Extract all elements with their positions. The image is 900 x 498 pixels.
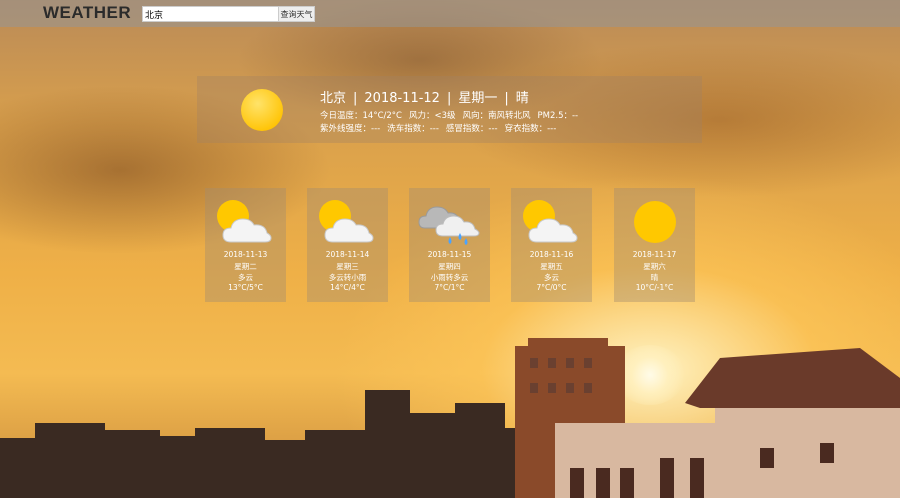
today-wind-direction: 风向：南风转北风 — [462, 111, 531, 121]
today-uv-index: 紫外线强度：--- — [320, 124, 381, 134]
forecast-weekday: 星期四 — [438, 262, 461, 271]
partly-cloudy-icon — [523, 200, 578, 243]
forecast-date: 2018-11-13 — [223, 250, 268, 259]
today-weather-panel: 北京 | 2018-11-12 | 星期一 | 晴 今日温度：14°C/2°C 风力：<3级风… — [197, 76, 702, 143]
forecast-condition: 小雨转多云 — [430, 273, 469, 282]
forecast-date: 2018-11-16 — [529, 250, 574, 259]
today-carwash-index: 洗车指数：--- — [387, 124, 439, 134]
today-wind-force: 风力：<3级 — [408, 111, 456, 121]
forecast-date: 2018-11-17 — [632, 250, 677, 259]
forecast-temperature: 13°C/5°C — [228, 283, 263, 292]
forecast-date: 2018-11-14 — [325, 250, 370, 259]
today-condition: 晴 — [515, 91, 529, 106]
city-search-input[interactable] — [142, 6, 280, 22]
today-date: 2018-11-12 — [364, 91, 440, 106]
today-city: 北京 — [320, 91, 347, 106]
partly-cloudy-icon — [217, 200, 272, 243]
forecast-weekday: 星期三 — [336, 262, 359, 271]
city-skyline — [0, 338, 900, 498]
today-dressing-index: 穿衣指数：--- — [504, 124, 557, 134]
forecast-temperature: 10°C/-1°C — [635, 283, 674, 292]
top-bar: WEATHER 查询天气 — [0, 0, 900, 27]
forecast-temperature: 14°C/4°C — [330, 283, 365, 292]
forecast-weekday: 星期六 — [643, 262, 666, 271]
forecast-condition: 晴 — [650, 273, 659, 282]
sun-icon — [634, 201, 676, 243]
forecast-card: 2018-11-14 星期三 多云转小雨 14°C/4°C — [307, 188, 388, 302]
rain-cloud-icon — [418, 206, 480, 245]
today-pm25: PM2.5：-- — [537, 111, 579, 121]
partly-cloudy-icon — [319, 200, 374, 243]
forecast-card: 2018-11-17 星期六 晴 10°C/-1°C — [614, 188, 695, 302]
app-logo: WEATHER — [43, 3, 132, 22]
today-weekday: 星期一 — [458, 91, 498, 106]
sun-icon — [239, 87, 285, 137]
forecast-weekday: 星期五 — [540, 262, 563, 271]
forecast-temperature: 7°C/0°C — [536, 283, 567, 292]
today-details-line-2: 紫外线强度：--- 洗车指数：--- 感冒指数：--- 穿衣指数：--- — [320, 122, 563, 134]
forecast-card: 2018-11-16 星期五 多云 7°C/0°C — [511, 188, 592, 302]
forecast-temperature: 7°C/1°C — [434, 283, 465, 292]
forecast-weekday: 星期二 — [234, 262, 257, 271]
today-cold-index: 感冒指数：--- — [445, 124, 498, 134]
today-temperature: 今日温度：14°C/2°C — [320, 111, 402, 121]
forecast-card: 2018-11-15 星期四 小雨转多云 7°C/1°C — [409, 188, 490, 302]
forecast-condition: 多云转小雨 — [328, 273, 367, 282]
search-weather-button[interactable]: 查询天气 — [278, 6, 315, 22]
today-headline: 北京 | 2018-11-12 | 星期一 | 晴 — [320, 91, 529, 106]
today-details-line-1: 今日温度：14°C/2°C 风力：<3级 风向：南风转北风 PM2.5：-- — [320, 109, 585, 121]
forecast-card: 2018-11-13 星期二 多云 13°C/5°C — [205, 188, 286, 302]
forecast-date: 2018-11-15 — [427, 250, 472, 259]
forecast-condition: 多云 — [544, 273, 559, 282]
forecast-condition: 多云 — [238, 273, 253, 282]
